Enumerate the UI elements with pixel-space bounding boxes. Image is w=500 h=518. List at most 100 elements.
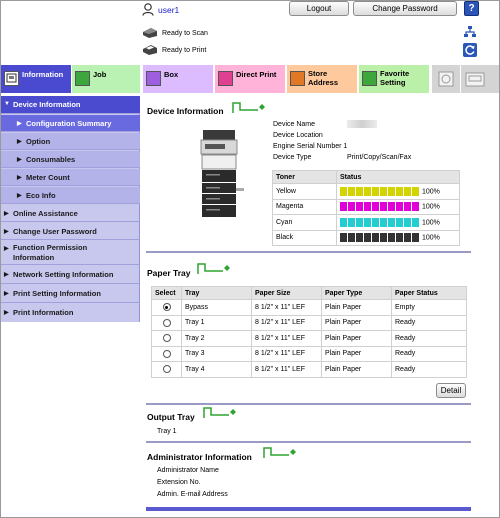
caret-right-icon: ▶ <box>4 211 9 217</box>
toner-segment <box>388 217 395 227</box>
caret-right-icon: ▶ <box>17 121 22 127</box>
toner-segment <box>372 186 379 196</box>
sidebar-item-eco-info[interactable]: ▶ Eco Info <box>1 187 140 204</box>
favorite-icon <box>362 71 377 86</box>
toner-segment <box>380 202 387 212</box>
tab-box[interactable]: Box <box>143 65 213 93</box>
sidebar-item-print-information[interactable]: ▶ Print Information <box>1 304 140 322</box>
tray-select-radio[interactable] <box>162 318 171 327</box>
toner-segment <box>396 217 403 227</box>
print-status-text: Ready to Print <box>162 46 207 54</box>
tab-job-label: Job <box>93 70 107 79</box>
tray-row: Tray 1 8 1/2" x 11" LEF Plain Paper Read… <box>151 314 467 331</box>
tray-row: Tray 3 8 1/2" x 11" LEF Plain Paper Read… <box>151 345 467 362</box>
toner-segment <box>404 202 411 212</box>
toner-segment <box>364 186 371 196</box>
toner-segment <box>404 217 411 227</box>
detail-button[interactable]: Detail <box>436 383 466 398</box>
tray-row: Bypass 8 1/2" x 11" LEF Plain Paper Empt… <box>151 299 467 316</box>
tab-job[interactable]: Job <box>72 65 140 93</box>
toner-segment <box>348 202 355 212</box>
toner-segment <box>380 217 387 227</box>
device-type-label: Device Type <box>273 154 312 161</box>
admin-email-label: Admin. E-mail Address <box>157 491 228 498</box>
toner-segment <box>356 217 363 227</box>
copy-icon <box>438 71 454 87</box>
tray-row: Tray 4 8 1/2" x 11" LEF Plain Paper Read… <box>151 361 467 378</box>
sidebar-item-print-setting[interactable]: ▶ Print Setting Information <box>1 285 140 303</box>
tab-direct-print-label: Direct Print <box>236 70 277 79</box>
box-icon <box>146 71 161 86</box>
caret-right-icon: ▶ <box>4 246 9 252</box>
toner-level-bar <box>340 217 420 227</box>
sidebar-item-meter-count[interactable]: ▶ Meter Count <box>1 169 140 186</box>
tab-favorite-setting-label: Favorite Setting <box>380 69 410 87</box>
sidebar-item-change-user-password[interactable]: ▶ Change User Password <box>1 223 140 240</box>
toner-segment <box>412 186 419 196</box>
toner-segment <box>404 186 411 196</box>
toner-segment <box>340 202 347 212</box>
toner-segment <box>388 233 395 243</box>
paper-size-column-header: Paper Size <box>251 286 322 300</box>
paper-type-column-header: Paper Type <box>321 286 392 300</box>
toner-level-bar <box>340 186 420 196</box>
toner-table: Toner Status Yellow 100% Magenta 100% Cy… <box>272 170 460 246</box>
device-info-title: Device Information <box>147 106 224 116</box>
toner-segment <box>412 233 419 243</box>
toner-level-bar <box>340 202 420 212</box>
status-column-header: Status <box>336 170 460 184</box>
caret-right-icon: ▶ <box>4 291 9 297</box>
admin-extension-label: Extension No. <box>157 479 201 486</box>
tab-information[interactable]: Information <box>1 65 71 93</box>
change-password-button[interactable]: Change Password <box>353 1 457 16</box>
network-icon[interactable] <box>463 25 477 39</box>
caret-right-icon: ▶ <box>17 175 22 181</box>
toner-segment <box>388 202 395 212</box>
footer-bar <box>146 507 471 511</box>
section-deco-icon <box>232 102 265 113</box>
caret-right-icon: ▶ <box>17 193 22 199</box>
output-tray-value: Tray 1 <box>157 428 177 435</box>
tray-select-radio[interactable] <box>162 365 171 374</box>
sidebar-item-device-information[interactable]: ▼ Device Information <box>1 96 140 114</box>
toner-segment <box>372 233 379 243</box>
toner-segment <box>404 233 411 243</box>
sidebar-item-network-setting[interactable]: ▶ Network Setting Information <box>1 266 140 284</box>
user-name[interactable]: user1 <box>158 5 179 15</box>
toner-segment <box>356 186 363 196</box>
tray-select-radio[interactable] <box>162 334 171 343</box>
tab-direct-print[interactable]: Direct Print <box>215 65 285 93</box>
tray-select-radio[interactable] <box>162 303 171 312</box>
tab-favorite-setting[interactable]: Favorite Setting <box>359 65 429 93</box>
admin-name-label: Administrator Name <box>157 467 219 474</box>
help-button[interactable]: ? <box>464 1 479 16</box>
select-column-header: Select <box>151 286 182 300</box>
sidebar: ▼ Device Information ▶ Configuration Sum… <box>1 96 140 322</box>
main-tabs: Information Job Box Direct Print Store A… <box>1 65 499 93</box>
scan-icon <box>465 72 485 87</box>
toner-segment <box>356 233 363 243</box>
sidebar-item-consumables[interactable]: ▶ Consumables <box>1 151 140 168</box>
scan-status: Ready to Scan <box>142 26 208 40</box>
info-icon <box>4 71 19 86</box>
toner-segment <box>380 233 387 243</box>
toner-segment <box>396 186 403 196</box>
refresh-icon[interactable] <box>463 43 477 57</box>
logout-button[interactable]: Logout <box>289 1 349 16</box>
tab-store-address[interactable]: Store Address <box>287 65 357 93</box>
caret-right-icon: ▶ <box>4 229 9 235</box>
sidebar-item-function-permission[interactable]: ▶ Function Permission Information <box>1 241 140 265</box>
direct-print-icon <box>218 71 233 86</box>
sidebar-item-online-assistance[interactable]: ▶ Online Assistance <box>1 205 140 222</box>
device-image <box>200 130 244 217</box>
toner-segment <box>348 217 355 227</box>
toner-row-yellow: Yellow 100% <box>272 183 460 200</box>
sidebar-item-configuration-summary[interactable]: ▶ Configuration Summary <box>1 115 140 132</box>
section-deco-icon <box>203 407 236 418</box>
sidebar-item-option[interactable]: ▶ Option <box>1 133 140 150</box>
toner-segment <box>372 202 379 212</box>
scanner-icon <box>143 28 157 38</box>
toner-segment <box>388 186 395 196</box>
tray-select-radio[interactable] <box>162 349 171 358</box>
user-icon <box>142 3 154 16</box>
